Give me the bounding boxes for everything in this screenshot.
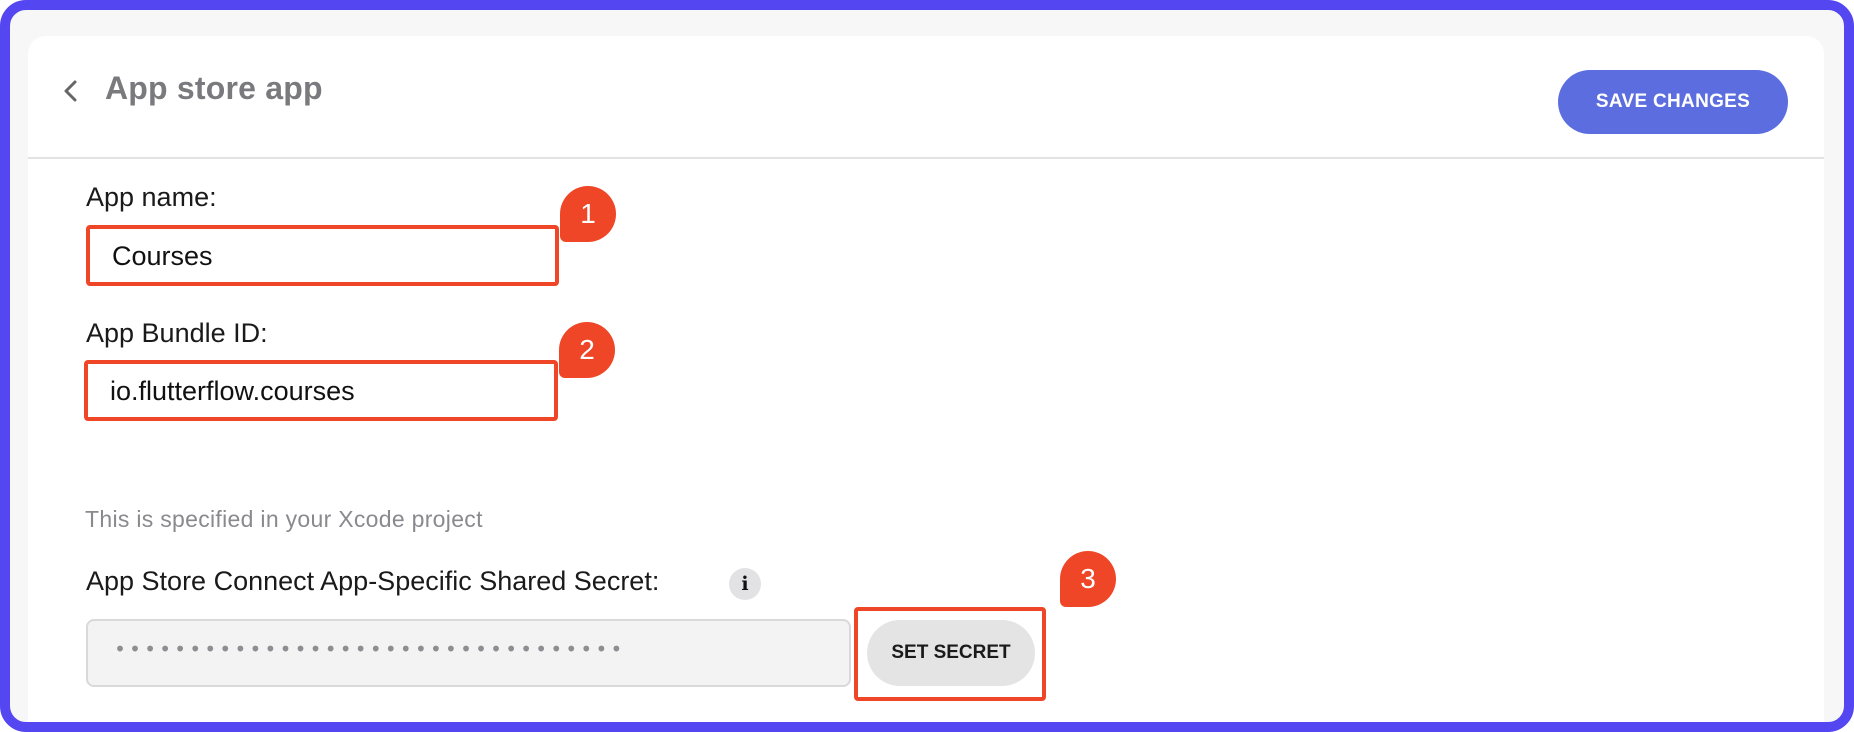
annotation-badge-3: 3 xyxy=(1060,551,1116,607)
bundle-id-label: App Bundle ID: xyxy=(86,318,268,348)
settings-card: App store app SAVE CHANGES App name: Cou… xyxy=(28,36,1824,722)
annotation-badge-2: 2 xyxy=(559,322,615,378)
save-changes-button[interactable]: SAVE CHANGES xyxy=(1558,70,1788,134)
page-title: App store app xyxy=(105,70,323,106)
shared-secret-field[interactable]: •••••••••••••••••••••••••••••••••• xyxy=(86,619,851,687)
set-secret-button[interactable]: SET SECRET xyxy=(867,620,1035,686)
app-name-label: App name: xyxy=(86,182,217,212)
app-name-value: Courses xyxy=(112,241,213,271)
annotation-badge-1: 1 xyxy=(560,186,616,242)
bundle-id-helper-text: This is specified in your Xcode project xyxy=(85,506,483,532)
app-name-field[interactable]: Courses xyxy=(86,225,559,286)
bundle-id-value: io.flutterflow.courses xyxy=(110,376,355,406)
bundle-id-field[interactable]: io.flutterflow.courses xyxy=(84,360,558,421)
shared-secret-masked-value: •••••••••••••••••••••••••••••••••• xyxy=(114,637,626,661)
screenshot-frame: App store app SAVE CHANGES App name: Cou… xyxy=(0,0,1854,732)
shared-secret-label: App Store Connect App-Specific Shared Se… xyxy=(86,566,660,596)
page-header: App store app SAVE CHANGES xyxy=(28,36,1824,159)
chevron-left-icon[interactable] xyxy=(56,76,86,106)
info-icon[interactable]: i xyxy=(729,568,761,600)
